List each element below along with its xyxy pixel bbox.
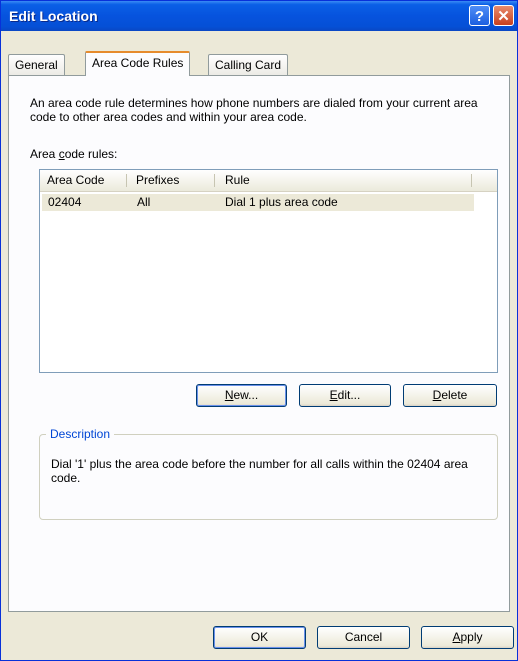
new-button-label: ew...	[233, 388, 259, 402]
column-header-rule[interactable]: Rule	[218, 170, 468, 191]
delete-button-mnemonic: D	[432, 388, 442, 402]
tab-general-label: General	[15, 58, 58, 72]
help-icon: ?	[474, 8, 485, 25]
edit-button-mnemonic: E	[329, 388, 338, 402]
close-button[interactable]: ✕	[493, 5, 514, 26]
edit-button[interactable]: Edit...	[299, 384, 391, 407]
cancel-button[interactable]: Cancel	[317, 626, 410, 649]
tab-area-code-rules[interactable]: Area Code Rules	[85, 51, 191, 76]
intro-text: An area code rule determines how phone n…	[30, 96, 478, 124]
area-code-rules-list[interactable]: Area Code Prefixes Rule 02404 All Dial 1…	[39, 169, 498, 373]
list-label-pre: Area	[30, 147, 59, 161]
cell-area-code: 02404	[48, 195, 82, 209]
tab-general[interactable]: General	[8, 54, 65, 75]
edit-button-label: dit...	[337, 388, 361, 402]
description-text: Dial '1' plus the area code before the n…	[51, 457, 468, 485]
cell-prefixes: All	[137, 195, 151, 209]
tab-area-code-rules-label: Area Code Rules	[92, 56, 184, 70]
delete-button[interactable]: Delete	[403, 384, 497, 407]
delete-button-label: elete	[441, 388, 468, 402]
ok-button[interactable]: OK	[213, 626, 306, 649]
column-separator[interactable]	[214, 174, 215, 187]
column-separator[interactable]	[471, 174, 472, 187]
new-button[interactable]: New...	[196, 384, 287, 407]
tab-calling-card[interactable]: Calling Card	[208, 54, 289, 75]
column-header-area-code[interactable]: Area Code	[40, 170, 120, 191]
list-header: Area Code Prefixes Rule	[40, 170, 497, 192]
column-header-prefixes[interactable]: Prefixes	[129, 170, 214, 191]
close-icon: ✕	[497, 8, 510, 25]
title-bar[interactable]: Edit Location ? ✕	[1, 1, 517, 31]
help-button[interactable]: ?	[469, 5, 490, 26]
tab-calling-card-label: Calling Card	[215, 58, 282, 72]
column-separator[interactable]	[126, 174, 127, 187]
apply-button-mnemonic: A	[452, 630, 461, 644]
list-label-post: ode rules:	[64, 147, 118, 161]
cell-rule: Dial 1 plus area code	[225, 195, 338, 209]
apply-button-label: pply	[460, 630, 483, 644]
apply-button[interactable]: Apply	[421, 626, 514, 649]
window-title: Edit Location	[9, 8, 98, 24]
list-row[interactable]: 02404 All Dial 1 plus area code	[42, 194, 474, 211]
description-title: Description	[46, 427, 115, 441]
area-code-rules-label: Area code rules:	[30, 147, 117, 161]
